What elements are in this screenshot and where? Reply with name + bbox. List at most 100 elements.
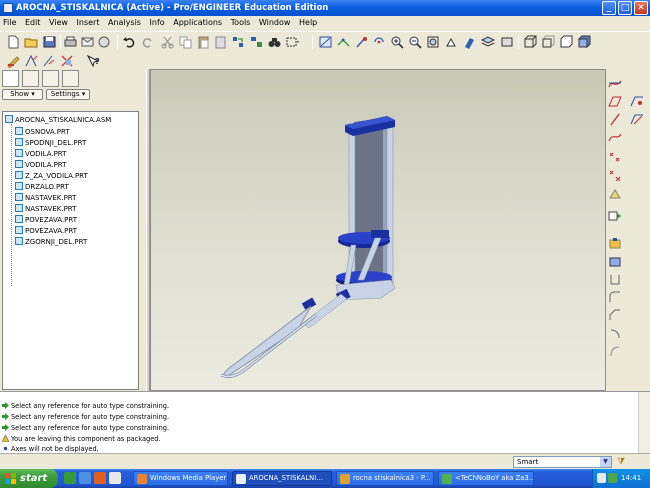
saved-views-icon[interactable] xyxy=(462,35,477,49)
wireframe-icon[interactable] xyxy=(523,35,538,49)
menu-edit[interactable]: Edit xyxy=(22,16,44,30)
constraint-tool-icon[interactable] xyxy=(42,54,57,68)
undo-icon[interactable] xyxy=(122,35,137,49)
settings-dropdown[interactable]: Settings ▾ xyxy=(46,89,90,100)
regen-manager-icon[interactable] xyxy=(249,35,264,49)
menu-file[interactable]: File xyxy=(0,16,19,30)
minimize-button[interactable]: _ xyxy=(602,1,616,15)
paste-icon[interactable] xyxy=(196,35,211,49)
tree-item[interactable]: NASTAVEK.PRT xyxy=(15,204,76,215)
antivirus-icon[interactable] xyxy=(608,473,617,483)
save-icon[interactable] xyxy=(42,35,57,49)
create-component-icon[interactable] xyxy=(608,237,622,250)
sketch-tool-icon[interactable] xyxy=(6,54,21,69)
datum-axes-icon[interactable] xyxy=(354,35,369,49)
redo-icon[interactable] xyxy=(140,35,155,49)
datum-axis-icon[interactable] xyxy=(608,113,622,126)
tree-root-assembly[interactable]: AROCNA_STISKALNICA.ASM xyxy=(5,115,111,126)
print-icon[interactable] xyxy=(63,35,78,49)
selection-filter-dropdown[interactable]: Smart ▼ xyxy=(513,456,612,468)
tree-item[interactable]: POVEZAVA.PRT xyxy=(15,215,77,226)
maximize-button[interactable]: □ xyxy=(618,1,632,15)
spin-center-icon[interactable] xyxy=(372,35,387,49)
message-scrollbar[interactable] xyxy=(638,392,650,454)
assemble-component-icon[interactable] xyxy=(608,209,622,222)
hidden-line-icon[interactable] xyxy=(541,35,556,49)
find-binoculars-icon[interactable] xyxy=(267,35,282,49)
datum-planes-icon[interactable] xyxy=(336,35,351,49)
graphics-viewport[interactable] xyxy=(150,69,606,391)
tree-item[interactable]: DRZALO.PRT xyxy=(15,182,69,193)
dimension-tool-icon[interactable] xyxy=(24,54,39,68)
filter-funnel-icon[interactable]: ⧩ xyxy=(617,456,627,468)
model-display-icon[interactable] xyxy=(318,35,333,49)
new-file-icon[interactable] xyxy=(6,35,21,49)
tree-item[interactable]: NASTAVEK.PRT xyxy=(15,193,76,204)
context-help-icon[interactable]: ? xyxy=(86,54,101,68)
task-button[interactable]: rocna stiskalnica3 - P... xyxy=(336,471,434,486)
task-button[interactable]: <TeChNoBoY aka Za3... xyxy=(438,471,534,486)
round-icon[interactable] xyxy=(608,291,622,304)
datum-curve-icon[interactable] xyxy=(608,77,622,90)
task-button-active[interactable]: AROCNA_STISKALNI... xyxy=(232,471,332,486)
component-tool-icon[interactable] xyxy=(60,54,75,68)
start-button[interactable]: start xyxy=(0,469,58,488)
connections-tab[interactable] xyxy=(62,70,79,87)
menu-info[interactable]: Info xyxy=(147,16,168,30)
mail-link-icon[interactable] xyxy=(97,35,112,49)
datum-point-icon[interactable] xyxy=(608,151,622,164)
tree-item[interactable]: OSNOVA.PRT xyxy=(15,127,70,138)
analysis-feature-icon[interactable] xyxy=(608,187,622,200)
chamfer-icon[interactable] xyxy=(608,309,622,322)
axis-tool-icon[interactable] xyxy=(630,113,644,126)
layers-icon[interactable] xyxy=(480,35,496,49)
menu-applications[interactable]: Applications xyxy=(170,16,225,30)
paste-special-icon[interactable] xyxy=(213,35,228,49)
shading-icon[interactable] xyxy=(577,35,592,49)
quicklaunch-desktop-icon[interactable] xyxy=(64,472,76,484)
datum-plane-icon[interactable] xyxy=(608,95,622,108)
view-manager-icon[interactable] xyxy=(500,35,515,49)
tree-item[interactable]: ZGORNJI_DEL.PRT xyxy=(15,237,87,248)
tree-item[interactable]: SPODNJI_DEL.PRT xyxy=(15,138,86,149)
zoom-in-icon[interactable] xyxy=(390,35,405,49)
quicklaunch-firefox-icon[interactable] xyxy=(94,472,106,484)
cut-icon[interactable] xyxy=(160,35,175,49)
tree-item[interactable]: VODILA.PRT xyxy=(15,149,66,160)
menu-window[interactable]: Window xyxy=(256,16,294,30)
plane-offset-icon[interactable] xyxy=(630,95,644,108)
quicklaunch-media-icon[interactable] xyxy=(109,472,121,484)
menu-analysis[interactable]: Analysis xyxy=(105,16,144,30)
reorient-icon[interactable] xyxy=(444,35,459,49)
tree-item[interactable]: Z_ZA_VODILA.PRT xyxy=(15,171,88,182)
part-icon xyxy=(15,226,23,234)
close-button[interactable]: ✕ xyxy=(634,1,648,15)
model-tree-tab[interactable] xyxy=(2,70,19,87)
regenerate-icon[interactable] xyxy=(231,35,246,49)
refit-icon[interactable] xyxy=(426,35,441,49)
sketched-curve-icon[interactable] xyxy=(608,131,622,144)
send-mail-icon[interactable] xyxy=(80,35,95,49)
package-component-icon[interactable] xyxy=(608,255,622,268)
favorites-tab[interactable] xyxy=(42,70,59,87)
task-button[interactable]: Windows Media Player xyxy=(133,471,228,486)
open-folder-icon[interactable] xyxy=(24,35,39,49)
menu-view[interactable]: View xyxy=(46,16,71,30)
tree-item[interactable]: VODILA.PRT xyxy=(15,160,66,171)
no-hidden-icon[interactable] xyxy=(559,35,574,49)
select-box-icon[interactable] xyxy=(285,35,300,49)
copy-icon[interactable] xyxy=(178,35,193,49)
hole-icon[interactable] xyxy=(608,273,622,286)
zoom-out-icon[interactable] xyxy=(408,35,423,49)
menu-insert[interactable]: Insert xyxy=(74,16,103,30)
folder-browser-tab[interactable] xyxy=(22,70,39,87)
network-icon[interactable] xyxy=(597,473,606,483)
quicklaunch-ie-icon[interactable] xyxy=(79,472,91,484)
shell-icon[interactable] xyxy=(608,345,622,358)
menu-tools[interactable]: Tools xyxy=(228,16,254,30)
menu-help[interactable]: Help xyxy=(296,16,320,30)
show-dropdown[interactable]: Show ▾ xyxy=(2,89,43,100)
coordinate-system-icon[interactable] xyxy=(608,169,622,182)
cut-tool-icon[interactable] xyxy=(608,327,622,340)
tree-item[interactable]: POVEZAVA.PRT xyxy=(15,226,77,237)
